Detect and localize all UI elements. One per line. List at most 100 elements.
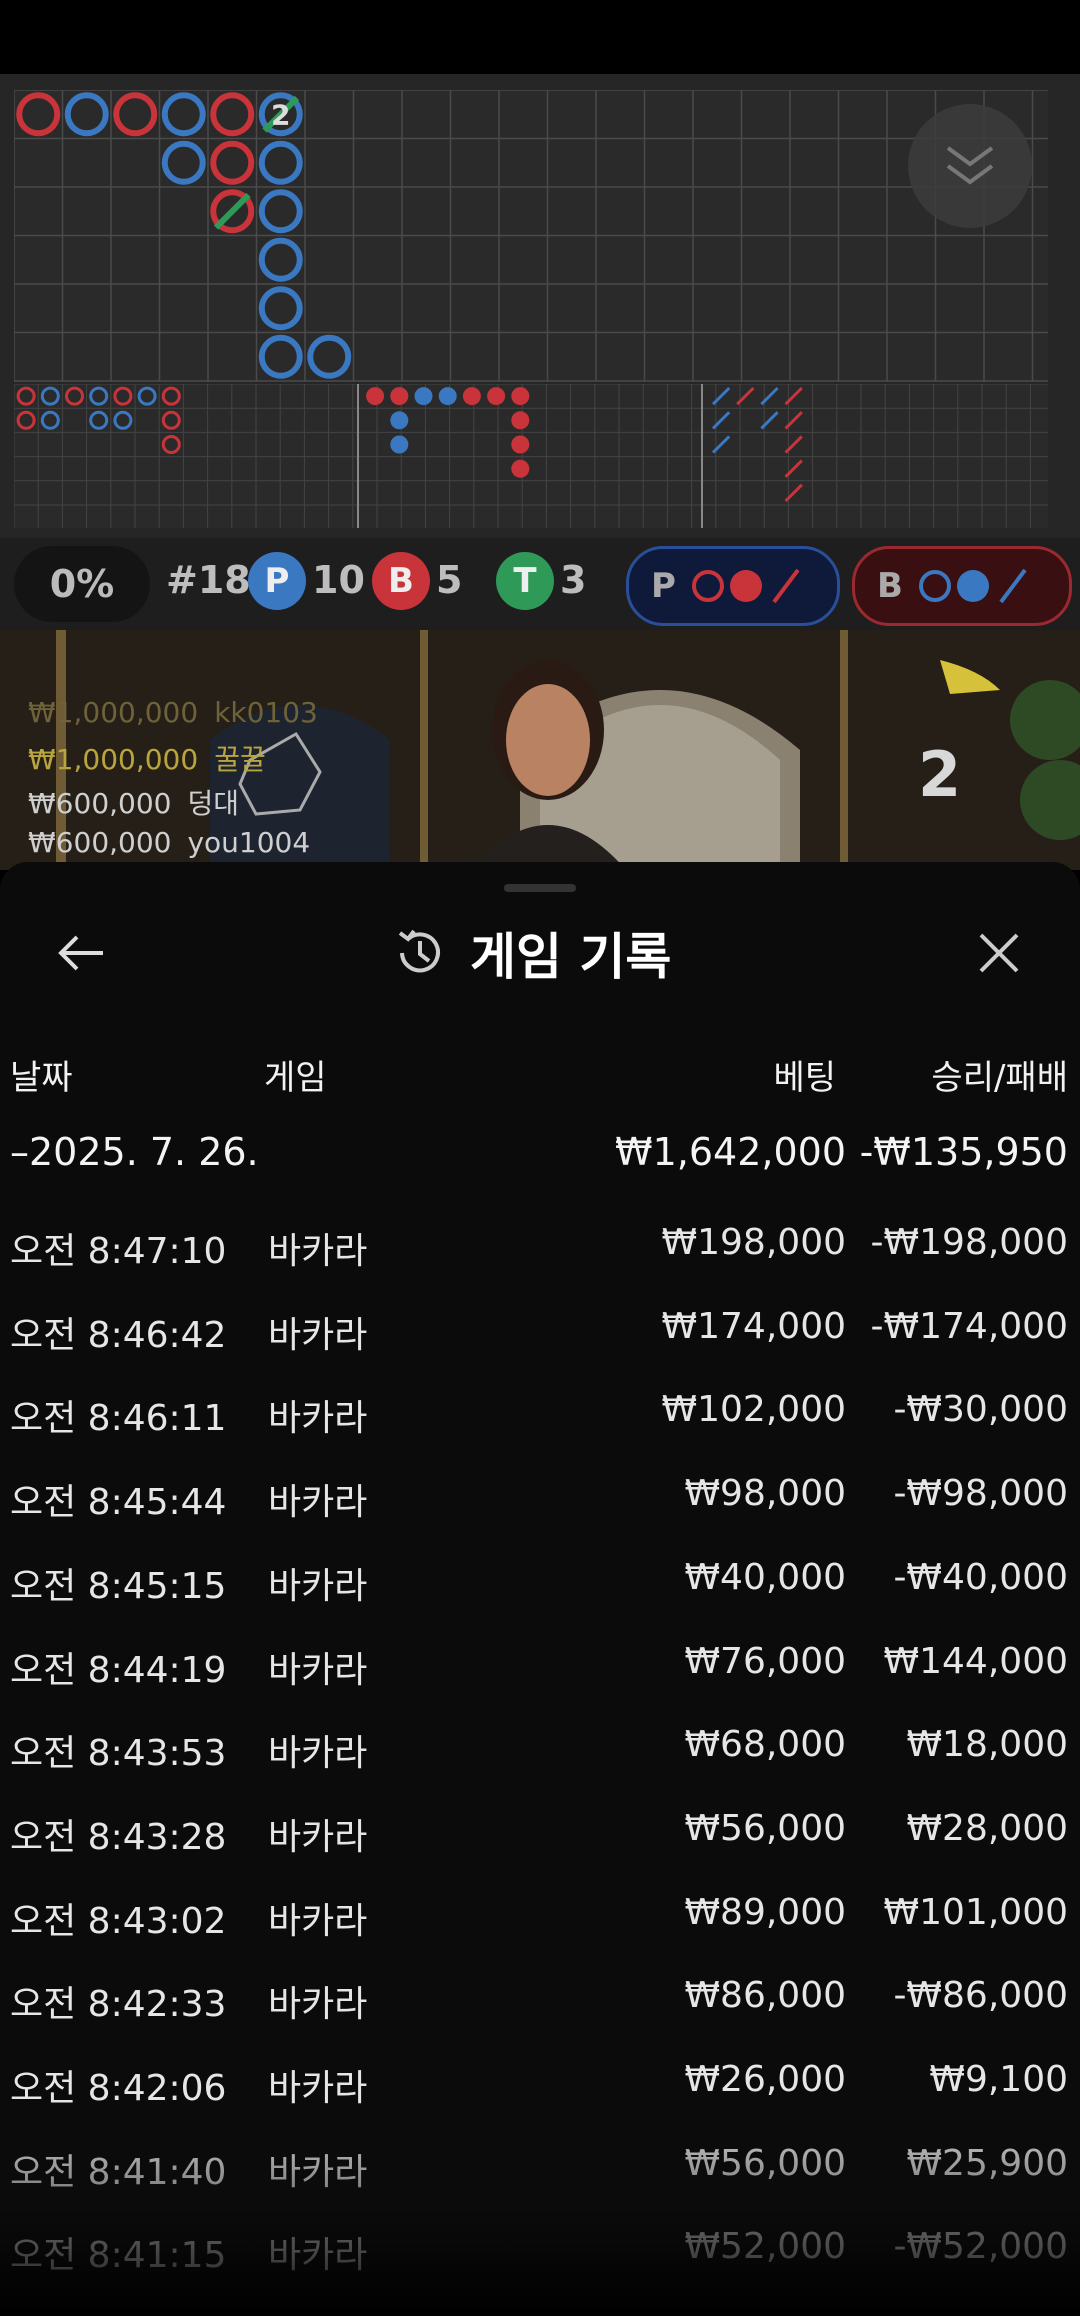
status-bar: [0, 0, 1080, 74]
bet-amount: ₩600,000: [28, 787, 172, 820]
ask-player-predictions-icon: [691, 568, 800, 604]
ask-player-button[interactable]: P: [626, 546, 840, 626]
row-result: -₩52,000: [893, 2226, 1068, 2267]
bet-user: 꿀꿀: [214, 743, 266, 776]
sheet-drag-handle[interactable]: [504, 884, 576, 892]
derived-roads: [14, 384, 1048, 528]
row-game: 바카라: [268, 1984, 368, 2025]
row-game: 바카라: [268, 1482, 368, 1523]
history-icon: [398, 929, 440, 973]
row-game: 바카라: [268, 1566, 368, 1607]
small-road-banker: [487, 387, 506, 406]
arrow-left-icon: [58, 935, 103, 971]
row-game: 바카라: [268, 1315, 368, 1356]
row-result: ₩25,900: [906, 2143, 1068, 2184]
row-time: 오전 8:45:44: [10, 1482, 227, 1523]
summary-bet: ₩1,642,000: [615, 1130, 846, 1174]
close-icon: [979, 933, 1019, 973]
ask-banker-label: B: [877, 566, 903, 606]
tie-count-label: 2: [271, 98, 290, 131]
banker-badge: B: [372, 552, 430, 610]
small-road-player: [414, 387, 433, 406]
row-result: ₩28,000: [906, 1808, 1068, 1849]
row-bet: ₩102,000: [661, 1389, 846, 1430]
summary-date[interactable]: –2025. 7. 26.: [10, 1130, 259, 1174]
small-road-banker: [511, 435, 530, 454]
tie-count: 3: [560, 558, 587, 602]
bet-amount: ₩600,000: [28, 826, 172, 859]
row-time: 오전 8:43:28: [10, 1817, 227, 1858]
row-time: 오전 8:43:02: [10, 1901, 227, 1942]
row-time: 오전 8:42:06: [10, 2068, 227, 2109]
row-bet: ₩76,000: [684, 1641, 846, 1682]
row-bet: ₩98,000: [684, 1473, 846, 1514]
row-time: 오전 8:41:40: [10, 2152, 227, 2193]
row-bet: ₩86,000: [684, 1975, 846, 2016]
column-header-game: 게임: [264, 1058, 327, 1098]
win-percent: 0%: [14, 546, 150, 622]
row-time: 오전 8:44:19: [10, 1650, 227, 1691]
small-road-player: [390, 411, 409, 430]
row-result: -₩30,000: [893, 1389, 1068, 1430]
grid-bg: [14, 384, 1048, 528]
small-road-player: [390, 435, 409, 454]
column-header-bet: 베팅: [773, 1058, 836, 1098]
sheet-header: 게임 기록: [392, 918, 671, 988]
row-bet: ₩198,000: [661, 1222, 846, 1263]
row-result: ₩144,000: [883, 1641, 1068, 1682]
row-time: 오전 8:43:53: [10, 1733, 227, 1774]
player-badge: P: [248, 552, 306, 610]
ask-banker-predictions-icon: [918, 568, 1027, 604]
bet-user: you1004: [187, 826, 311, 859]
row-game: 바카라: [268, 1733, 368, 1774]
row-result: -₩86,000: [893, 1975, 1068, 2016]
row-time: 오전 8:45:15: [10, 1566, 227, 1607]
ask-player-label: P: [651, 566, 676, 606]
row-bet: ₩68,000: [684, 1724, 846, 1765]
row-game: 바카라: [268, 1398, 368, 1439]
banker-count: 5: [436, 558, 463, 602]
row-result: ₩9,100: [929, 2059, 1068, 2100]
bet-entry: ₩1,000,000 꿀꿀: [28, 738, 266, 778]
row-bet: ₩56,000: [684, 2143, 846, 2184]
ask-banker-button[interactable]: B: [852, 546, 1072, 626]
bet-entry: ₩600,000 you1004: [28, 826, 310, 859]
bet-user: kk0103: [214, 696, 318, 729]
big-road: 2: [14, 90, 1048, 382]
row-game: 바카라: [268, 1901, 368, 1942]
row-game: 바카라: [268, 2235, 368, 2276]
collapse-roadmap-button[interactable]: [908, 104, 1032, 228]
row-time: 오전 8:46:11: [10, 1398, 227, 1439]
column-header-result: 승리/패배: [931, 1058, 1068, 1098]
row-bet: ₩89,000: [684, 1892, 846, 1933]
sheet-title: 게임 기록: [470, 928, 672, 986]
small-road-banker: [390, 387, 409, 406]
row-result: ₩101,000: [883, 1892, 1068, 1933]
row-game: 바카라: [268, 2152, 368, 2193]
row-result: -₩98,000: [893, 1473, 1068, 1514]
row-result: -₩40,000: [893, 1557, 1068, 1598]
bet-user: 덩대: [187, 787, 240, 820]
small-road-player: [438, 387, 457, 406]
row-game: 바카라: [268, 1231, 368, 1272]
row-result: -₩174,000: [870, 1306, 1068, 1347]
round-count: #18: [166, 558, 251, 602]
small-road-banker: [511, 459, 530, 478]
small-road-banker: [511, 411, 530, 430]
back-button[interactable]: [50, 922, 112, 984]
small-road-banker: [511, 387, 530, 406]
row-time: 오전 8:42:33: [10, 1984, 227, 2025]
bet-amount: ₩1,000,000: [28, 743, 199, 776]
row-result: ₩18,000: [906, 1724, 1068, 1765]
row-game: 바카라: [268, 2068, 368, 2109]
row-game: 바카라: [268, 1817, 368, 1858]
bet-entry: ₩1,000,000 kk0103: [28, 696, 318, 729]
row-bet: ₩26,000: [684, 2059, 846, 2100]
row-bet: ₩174,000: [661, 1306, 846, 1347]
summary-result: -₩135,950: [859, 1130, 1068, 1174]
row-time: 오전 8:41:15: [10, 2235, 227, 2276]
row-game: 바카라: [268, 1650, 368, 1691]
bet-entry: ₩600,000 덩대: [28, 782, 239, 822]
bet-amount: ₩1,000,000: [28, 696, 199, 729]
close-button[interactable]: [968, 922, 1030, 984]
